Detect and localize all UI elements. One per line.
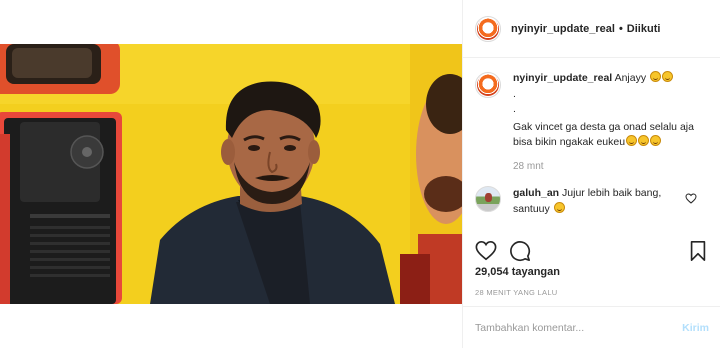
- rofl-emoji-icon: [650, 135, 662, 146]
- rofl-emoji-icon: [638, 135, 650, 146]
- reply-username[interactable]: galuh_an: [513, 187, 559, 199]
- caption-username[interactable]: nyinyir_update_real: [513, 72, 612, 84]
- comments-list: nyinyir_update_real Anjayy . . Gak vince…: [463, 59, 720, 231]
- caption-comment: nyinyir_update_real Anjayy . . Gak vince…: [475, 71, 709, 174]
- heart-icon[interactable]: [475, 240, 497, 262]
- rofl-emoji-icon: [650, 71, 661, 82]
- instagram-post: nyinyir_update_real • Diikuti nyinyir_up…: [0, 0, 720, 348]
- caption-author-avatar[interactable]: [475, 72, 501, 98]
- caption-body: nyinyir_update_real Anjayy . . Gak vince…: [513, 71, 709, 174]
- caption-line-4: Gak vincet ga desta ga onad selalu aja b…: [513, 120, 694, 149]
- author-username[interactable]: nyinyir_update_real: [511, 23, 615, 35]
- author-avatar[interactable]: [475, 15, 501, 42]
- small-heart-icon[interactable]: [685, 193, 697, 204]
- comment-bubble-icon[interactable]: [509, 240, 531, 262]
- caption-line-1: Anjayy: [614, 72, 647, 84]
- rofl-emoji-icon: [662, 71, 673, 82]
- post-sidebar: nyinyir_update_real • Diikuti nyinyir_up…: [462, 0, 720, 348]
- follow-status-button[interactable]: Diikuti: [627, 23, 661, 35]
- post-comment-button[interactable]: Kirim: [682, 322, 709, 334]
- caption-line-3: .: [513, 103, 516, 115]
- comment-composer: Kirim: [463, 306, 720, 348]
- video-frame: [0, 44, 462, 304]
- caption-timestamp[interactable]: 28 mnt: [513, 159, 709, 175]
- post-header: nyinyir_update_real • Diikuti: [463, 0, 720, 58]
- comment-input[interactable]: [475, 321, 683, 334]
- rofl-emoji-icon: [626, 135, 638, 146]
- separator-dot: •: [618, 22, 623, 35]
- post-timestamp[interactable]: 28 MENIT YANG LALU: [475, 288, 558, 297]
- video-player[interactable]: [0, 44, 462, 304]
- grin-emoji-icon: [553, 201, 565, 213]
- bookmark-icon[interactable]: [687, 240, 709, 262]
- reply-body: galuh_an Jujur lebih baik bang, santuuy: [513, 186, 693, 217]
- reply-comment: galuh_an Jujur lebih baik bang, santuuy: [475, 186, 709, 217]
- action-bar: [463, 236, 720, 266]
- reply-author-avatar[interactable]: [475, 186, 501, 212]
- caption-line-2: .: [513, 87, 516, 100]
- view-count[interactable]: 29,054 tayangan: [475, 266, 560, 278]
